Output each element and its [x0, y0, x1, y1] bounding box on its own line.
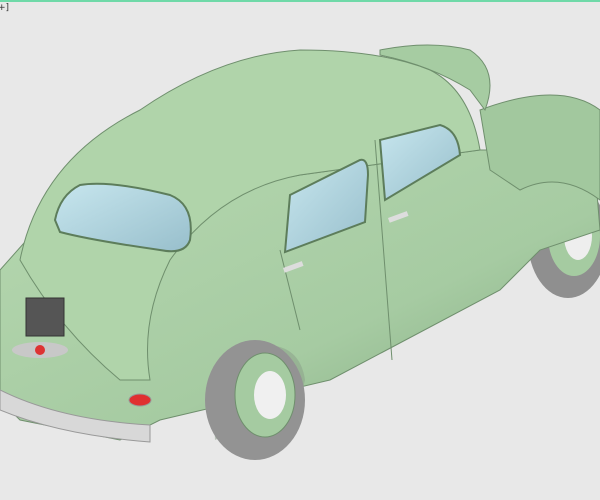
tail-light [128, 393, 152, 407]
car-surface-detail [35, 345, 45, 355]
3d-viewport[interactable] [0, 0, 600, 500]
car-model[interactable] [0, 44, 600, 460]
license-plate [25, 297, 65, 337]
car-surface-detail [254, 371, 286, 419]
